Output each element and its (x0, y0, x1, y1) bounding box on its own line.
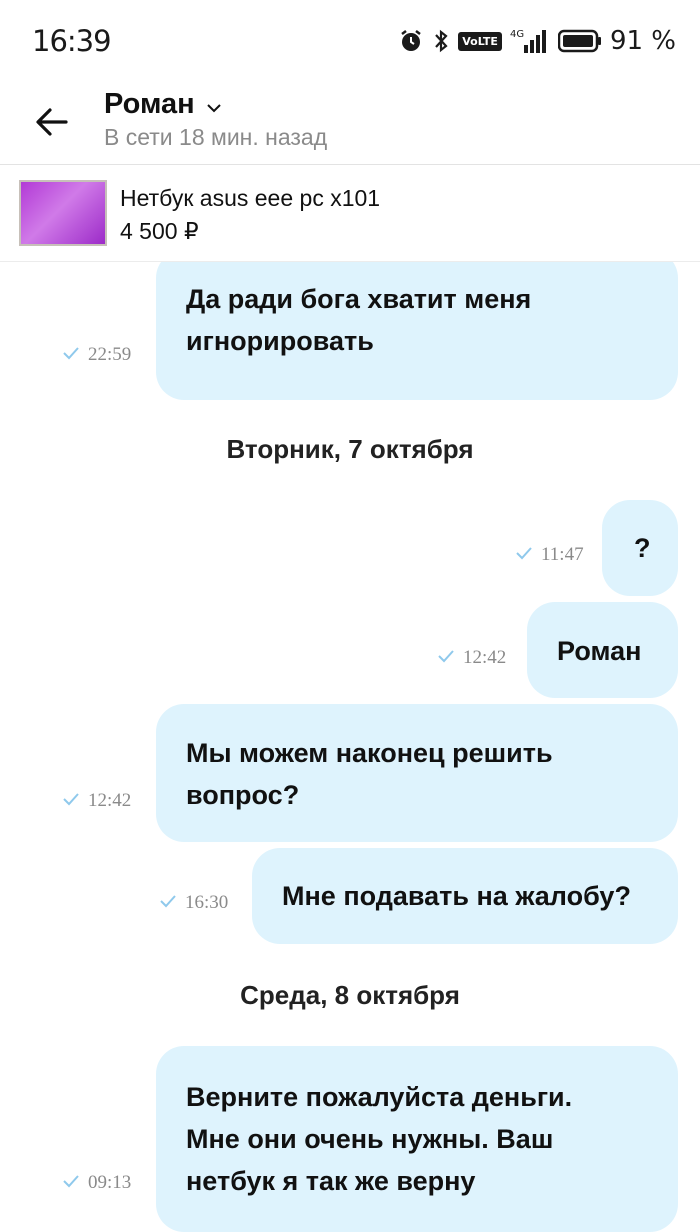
status-bar: 16:39 VoLTE 4G 91 % (0, 0, 700, 80)
back-arrow-icon[interactable] (30, 100, 74, 144)
message-bubble[interactable]: Роман (527, 602, 678, 698)
message-meta: 12:42 (437, 647, 506, 669)
listing-card[interactable]: Нетбук asus eee pc x101 4 500 ₽ (0, 165, 700, 261)
message-bubble[interactable]: Мы можем наконец решить вопрос? (156, 704, 678, 842)
chevron-down-icon[interactable] (204, 98, 224, 118)
message-text: Верните пожалуйста деньги. Мне они очень… (186, 1082, 573, 1196)
message-text: ? (634, 533, 651, 563)
battery-percent: 91 % (609, 26, 676, 56)
check-icon (159, 892, 177, 914)
message-text: Роман (557, 636, 642, 666)
message-text: Мы можем наконец решить вопрос? (186, 738, 553, 810)
message-time: 12:42 (463, 647, 507, 668)
message-time: 12:42 (88, 790, 132, 811)
check-icon (62, 1172, 80, 1194)
message-meta: 11:47 (515, 544, 584, 566)
message-time: 22:59 (88, 344, 132, 365)
contact-status: В сети 18 мин. назад (104, 124, 328, 150)
message-bubble[interactable]: Да ради бога хватит меня игнорировать (156, 262, 678, 400)
bluetooth-icon (432, 28, 450, 54)
svg-text:4G: 4G (510, 29, 524, 40)
listing-price: 4 500 ₽ (120, 218, 199, 244)
volte-badge: VoLTE (458, 31, 502, 51)
contact-name[interactable]: Роман (104, 88, 195, 121)
listing-thumbnail (19, 180, 107, 246)
battery-icon (557, 29, 602, 53)
check-icon (62, 790, 80, 812)
chat-header: Роман В сети 18 мин. назад (0, 80, 700, 165)
message-meta: 09:13 (62, 1172, 131, 1194)
message-list[interactable]: Да ради бога хватит меня игнорировать 22… (0, 262, 700, 1232)
message-meta: 12:42 (62, 790, 131, 812)
date-separator: Среда, 8 октября (240, 980, 460, 1010)
check-icon (62, 344, 80, 366)
check-icon (515, 544, 533, 566)
message-time: 09:13 (88, 1172, 132, 1193)
message-meta: 16:30 (159, 892, 228, 914)
status-time: 16:39 (32, 24, 112, 58)
status-icons: VoLTE 4G 91 % (398, 24, 676, 58)
message-bubble[interactable]: Верните пожалуйста деньги. Мне они очень… (156, 1046, 678, 1232)
message-meta: 22:59 (62, 344, 131, 366)
message-text: Да ради бога хватит меня игнорировать (186, 284, 532, 356)
message-bubble[interactable]: ? (602, 500, 678, 596)
date-separator: Вторник, 7 октября (226, 434, 474, 464)
alarm-icon (398, 28, 424, 54)
check-icon (437, 647, 455, 669)
message-time: 11:47 (541, 544, 584, 565)
message-time: 16:30 (185, 892, 229, 913)
signal-icon: 4G (510, 27, 550, 55)
listing-title: Нетбук asus eee pc x101 (120, 185, 381, 211)
message-bubble[interactable]: Мне подавать на жалобу? (252, 848, 678, 944)
message-text: Мне подавать на жалобу? (282, 881, 631, 911)
